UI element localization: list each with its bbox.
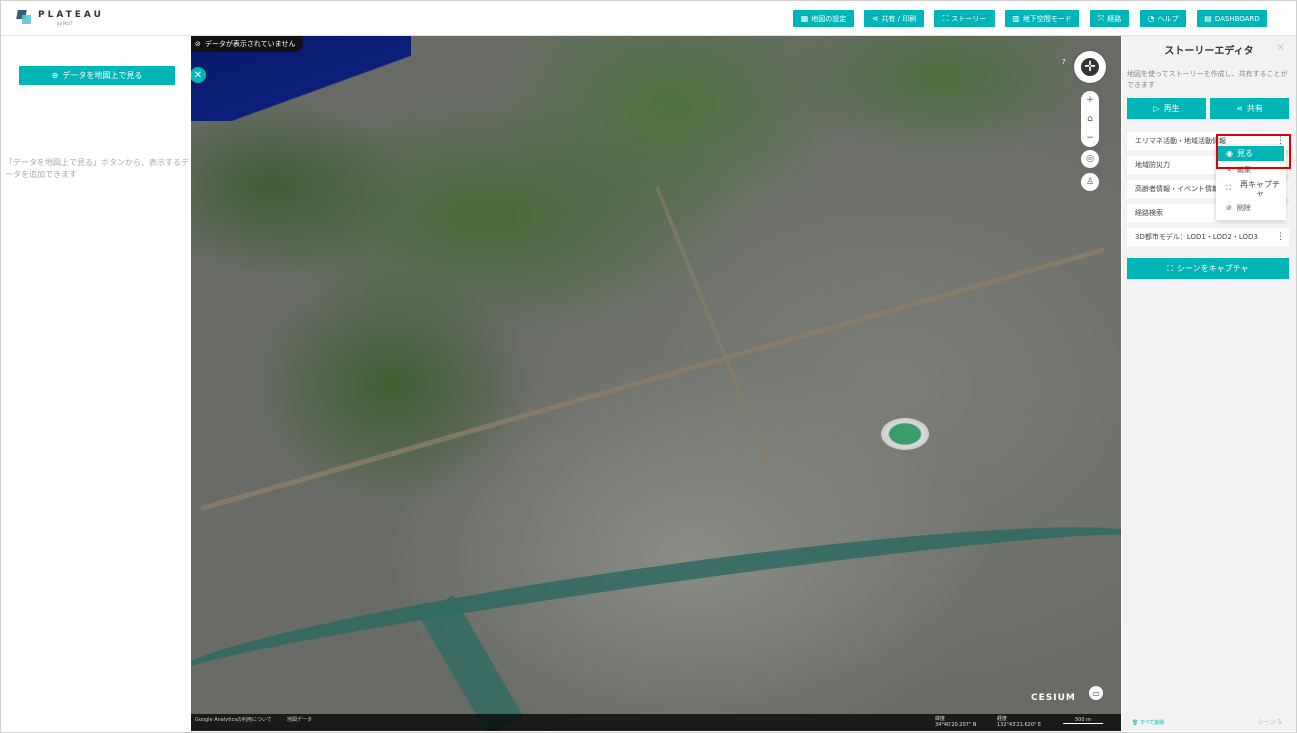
map-help-mark[interactable]: ?	[1062, 58, 1066, 66]
capture-scene-label: シーンをキャプチャ	[1177, 264, 1249, 273]
locate-icon: ◎	[1086, 154, 1094, 164]
map-settings-icon: ▦	[800, 14, 809, 23]
map-status-bar: Google Analyticsの利用について 地図データ 緯度 34°40′2…	[191, 714, 1121, 731]
map-stadium	[881, 418, 929, 450]
plateau-logo-icon	[16, 10, 31, 26]
more-vertical-icon[interactable]: ⋮	[1276, 232, 1285, 242]
delete-all-label: すべて削除	[1139, 720, 1165, 726]
scene-count: シーン 5	[1258, 719, 1282, 726]
brand-name: PLATEAU	[38, 10, 104, 20]
feedback-button[interactable]: ▭	[1089, 686, 1103, 700]
help-label: ヘルプ	[1157, 14, 1179, 23]
dashboard-label: DASHBOARD	[1214, 14, 1260, 23]
no-data-text: データが表示されていません	[204, 40, 296, 48]
scene-title: エリマネ活動・地域活動情報	[1135, 137, 1226, 145]
story-editor-title: ストーリーエディタ	[1164, 46, 1254, 57]
map-settings-button[interactable]: ▦ 地図の設定	[793, 10, 854, 27]
compass-icon: ✛	[1081, 58, 1099, 76]
delete-all-link[interactable]: 🗑 すべて削除	[1132, 719, 1164, 726]
help-button[interactable]: ◔ ヘルプ	[1140, 10, 1186, 27]
scene-title: 高齢者情報・イベント情報	[1135, 185, 1219, 193]
recapture-label: 再キャプチャ	[1240, 180, 1280, 198]
route-icon: ⤧	[1097, 13, 1105, 23]
map-river	[191, 498, 1121, 731]
map-railway-branch	[654, 186, 772, 466]
play-icon: ▷	[1153, 104, 1160, 113]
delete-scene-menu-item[interactable]: ⊘ 削除	[1226, 203, 1251, 213]
scene-title: 3D都市モデル：LOD1・LOD2・LOD3	[1135, 233, 1258, 241]
play-button[interactable]: ▷ 再生	[1127, 98, 1206, 119]
share-icon: ⋖	[1236, 104, 1243, 113]
brand-sub: by MLIT	[57, 21, 73, 26]
add-data-button[interactable]: ⊕ データを地図上で見る	[19, 66, 175, 85]
chat-icon: ▭	[1092, 688, 1100, 698]
highlight-box	[1216, 134, 1291, 169]
longitude-value: 132°43′21.620" E	[997, 722, 1042, 728]
close-story-editor-icon[interactable]: ✕	[1276, 41, 1285, 54]
scene-item[interactable]: 3D都市モデル：LOD1・LOD2・LOD3 ⋮	[1127, 228, 1289, 246]
ban-icon: ⊘	[1226, 204, 1232, 212]
map-data-link[interactable]: 地図データ	[287, 716, 312, 723]
scene-title: 地域防災力	[1135, 161, 1170, 169]
cesium-logo: CESIUM	[1031, 693, 1076, 703]
story-icon: ⛶	[942, 13, 949, 23]
map-railway	[200, 246, 1106, 511]
share-print-label: 共有 / 印刷	[881, 14, 917, 23]
share-icon: ⋖	[871, 14, 879, 23]
top-header: PLATEAU by MLIT ▦ 地図の設定 ⋖ 共有 / 印刷 ⛶ ストーリ…	[1, 1, 1296, 36]
route-label: 経路	[1107, 14, 1122, 23]
latitude-value: 34°40′20.207" N	[935, 722, 977, 728]
empty-data-hint: 「データを地図上で見る」ボタンから、表示するデータを追加できます	[5, 158, 189, 179]
share-print-button[interactable]: ⋖ 共有 / 印刷	[864, 10, 924, 27]
home-icon[interactable]: ⌂	[1087, 114, 1093, 124]
map-settings-label: 地図の設定	[811, 14, 847, 23]
help-icon: ◔	[1147, 14, 1155, 23]
capture-icon: ⛶	[1167, 263, 1174, 273]
latitude-readout: 緯度 34°40′20.207" N	[935, 716, 976, 728]
locate-button[interactable]: ◎	[1081, 150, 1099, 168]
longitude-readout: 経度 132°43′21.620" E	[997, 716, 1041, 728]
analytics-link[interactable]: Google Analyticsの利用について	[195, 716, 272, 723]
play-label: 再生	[1163, 104, 1180, 113]
no-data-indicator: ⊘ データが表示されていません	[191, 36, 304, 52]
plus-circle-icon: ⊕	[51, 71, 59, 80]
map-viewport[interactable]: ⊘ データが表示されていません ✕ ? ✛ + ⌂ − ◎ ♙ CESIUM ▭…	[191, 36, 1121, 731]
plateau-logo[interactable]: PLATEAU by MLIT	[16, 10, 104, 26]
add-data-label: データを地図上で見る	[62, 71, 143, 80]
pedestrian-icon: ♙	[1085, 177, 1095, 187]
scale-bar: 500 m	[1063, 717, 1103, 724]
compass-control[interactable]: ✛	[1074, 51, 1106, 83]
underground-icon: ▥	[1012, 14, 1020, 23]
story-label: ストーリー	[951, 14, 987, 23]
zoom-out-icon[interactable]: −	[1086, 133, 1094, 143]
underground-mode-label: 地下空間モード	[1022, 14, 1072, 23]
scene-title: 経路検索	[1135, 209, 1163, 217]
zoom-control: + ⌂ −	[1081, 91, 1099, 147]
close-icon: ✕	[193, 69, 203, 81]
dashboard-icon: ▤	[1204, 14, 1212, 23]
underground-mode-button[interactable]: ▥ 地下空間モード	[1005, 10, 1079, 27]
zoom-in-icon[interactable]: +	[1086, 95, 1094, 105]
route-button[interactable]: ⤧ 経路	[1090, 10, 1129, 27]
hidden-eye-icon: ⊘	[195, 40, 201, 48]
story-editor-description: 地図を使ってストーリーを作成し、共有することができます	[1127, 70, 1288, 89]
delete-label: 削除	[1236, 204, 1251, 212]
share-story-button[interactable]: ⋖ 共有	[1210, 98, 1289, 119]
capture-icon: ⛶	[1226, 184, 1231, 192]
story-button[interactable]: ⛶ ストーリー	[934, 10, 995, 27]
capture-scene-button[interactable]: ⛶ シーンをキャプチャ	[1127, 258, 1289, 279]
pedestrian-button[interactable]: ♙	[1081, 173, 1099, 191]
share-story-label: 共有	[1246, 104, 1263, 113]
recapture-scene-menu-item[interactable]: ⛶	[1226, 183, 1231, 193]
dashboard-button[interactable]: ▤ DASHBOARD	[1197, 10, 1267, 27]
data-panel: ⊕ データを地図上で見る 「データを地図上で見る」ボタンから、表示するデータを追…	[1, 36, 191, 731]
